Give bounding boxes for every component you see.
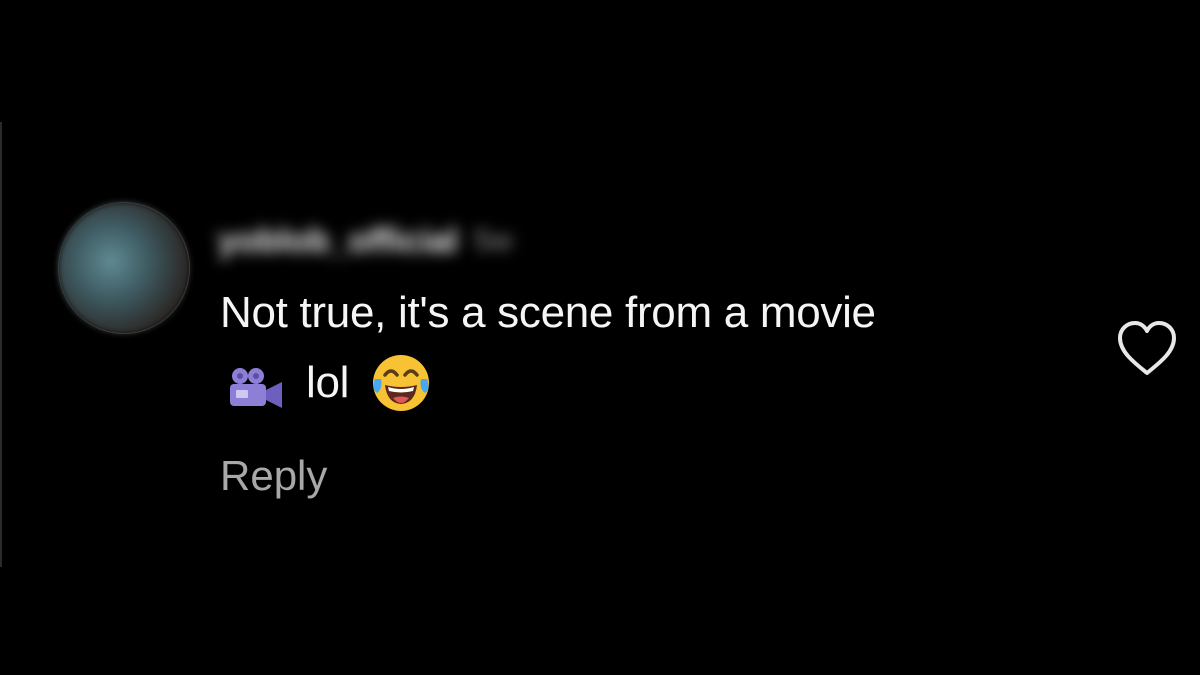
comment-word-lol: lol [306,358,350,407]
face-with-tears-of-joy-icon [371,353,431,413]
avatar-border [58,202,190,334]
timestamp: 5w [473,224,513,257]
username[interactable]: yoblob_official [218,222,458,261]
page: yoblob_official 5w Not true, it's a scen… [0,0,1200,675]
comment-text-line2: lol [220,348,1080,418]
comment-text-line1: Not true, it's a scene from a movie [220,288,876,337]
heart-outline-icon [1114,320,1180,380]
comment-text: Not true, it's a scene from a movie lol [220,278,1080,418]
movie-camera-icon [226,361,284,408]
like-button[interactable] [1112,318,1182,380]
comment-item: yoblob_official 5w Not true, it's a scen… [0,0,1200,675]
comment-header: yoblob_official 5w [218,212,512,270]
reply-button[interactable]: Reply [220,452,327,500]
